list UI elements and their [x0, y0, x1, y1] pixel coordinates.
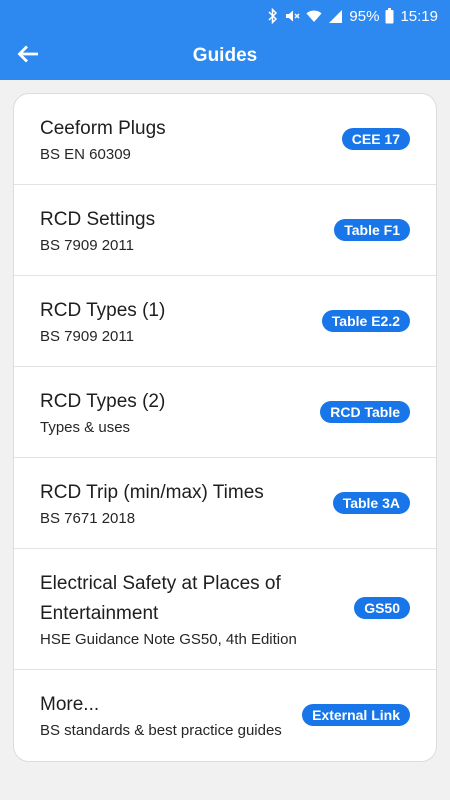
signal-icon — [328, 9, 343, 24]
status-bar: 95% 15:19 — [0, 0, 450, 32]
guide-item-more[interactable]: More... BS standards & best practice gui… — [14, 670, 436, 761]
guide-item-ceeform-plugs[interactable]: Ceeform Plugs BS EN 60309 CEE 17 — [14, 94, 436, 185]
battery-icon — [385, 8, 394, 24]
guide-badge: Table E2.2 — [321, 310, 410, 332]
arrow-left-icon — [17, 45, 39, 68]
guide-badge: CEE 17 — [341, 128, 410, 150]
guide-item-rcd-trip-times[interactable]: RCD Trip (min/max) Times BS 7671 2018 Ta… — [14, 458, 436, 549]
guide-title: RCD Settings — [40, 209, 156, 230]
bluetooth-icon — [268, 8, 278, 24]
guide-badge: RCD Table — [320, 401, 410, 423]
guide-title: RCD Trip (min/max) Times — [40, 482, 264, 503]
guide-item-rcd-types-2[interactable]: RCD Types (2) Types & uses RCD Table — [14, 367, 436, 458]
guide-item-rcd-settings[interactable]: RCD Settings BS 7909 2011 Table F1 — [14, 185, 436, 276]
guide-title: Electrical Safety at Places of Entertain… — [40, 573, 281, 624]
app-bar: Guides — [0, 32, 450, 80]
page-title: Guides — [192, 45, 258, 66]
guide-badge: Table F1 — [334, 219, 410, 241]
guide-title: More... — [40, 694, 100, 715]
battery-percent: 95% — [349, 7, 380, 25]
clock: 15:19 — [400, 7, 438, 25]
guide-badge: GS50 — [354, 597, 410, 619]
mute-icon — [284, 8, 300, 24]
back-button[interactable] — [14, 42, 42, 70]
guide-subtitle: BS 7909 2011 — [40, 328, 134, 345]
guide-subtitle: BS 7909 2011 — [40, 237, 134, 254]
guide-item-rcd-types-1[interactable]: RCD Types (1) BS 7909 2011 Table E2.2 — [14, 276, 436, 367]
guide-subtitle: HSE Guidance Note GS50, 4th Edition — [40, 631, 297, 648]
guide-badge: External Link — [302, 704, 410, 726]
guide-subtitle: BS EN 60309 — [40, 146, 131, 163]
guide-title: RCD Types (1) — [40, 300, 166, 321]
guide-subtitle: Types & uses — [40, 419, 131, 436]
guide-badge: Table 3A — [332, 492, 410, 514]
guide-item-electrical-safety[interactable]: Electrical Safety at Places of Entertain… — [14, 549, 436, 670]
guide-subtitle: BS 7671 2018 — [40, 510, 136, 527]
guide-title: Ceeform Plugs — [40, 118, 166, 139]
guide-title: RCD Types (2) — [40, 391, 166, 412]
guide-subtitle: BS standards & best practice guides — [40, 722, 282, 739]
guides-list: Ceeform Plugs BS EN 60309 CEE 17 RCD Set… — [13, 93, 437, 762]
wifi-icon — [306, 9, 322, 23]
